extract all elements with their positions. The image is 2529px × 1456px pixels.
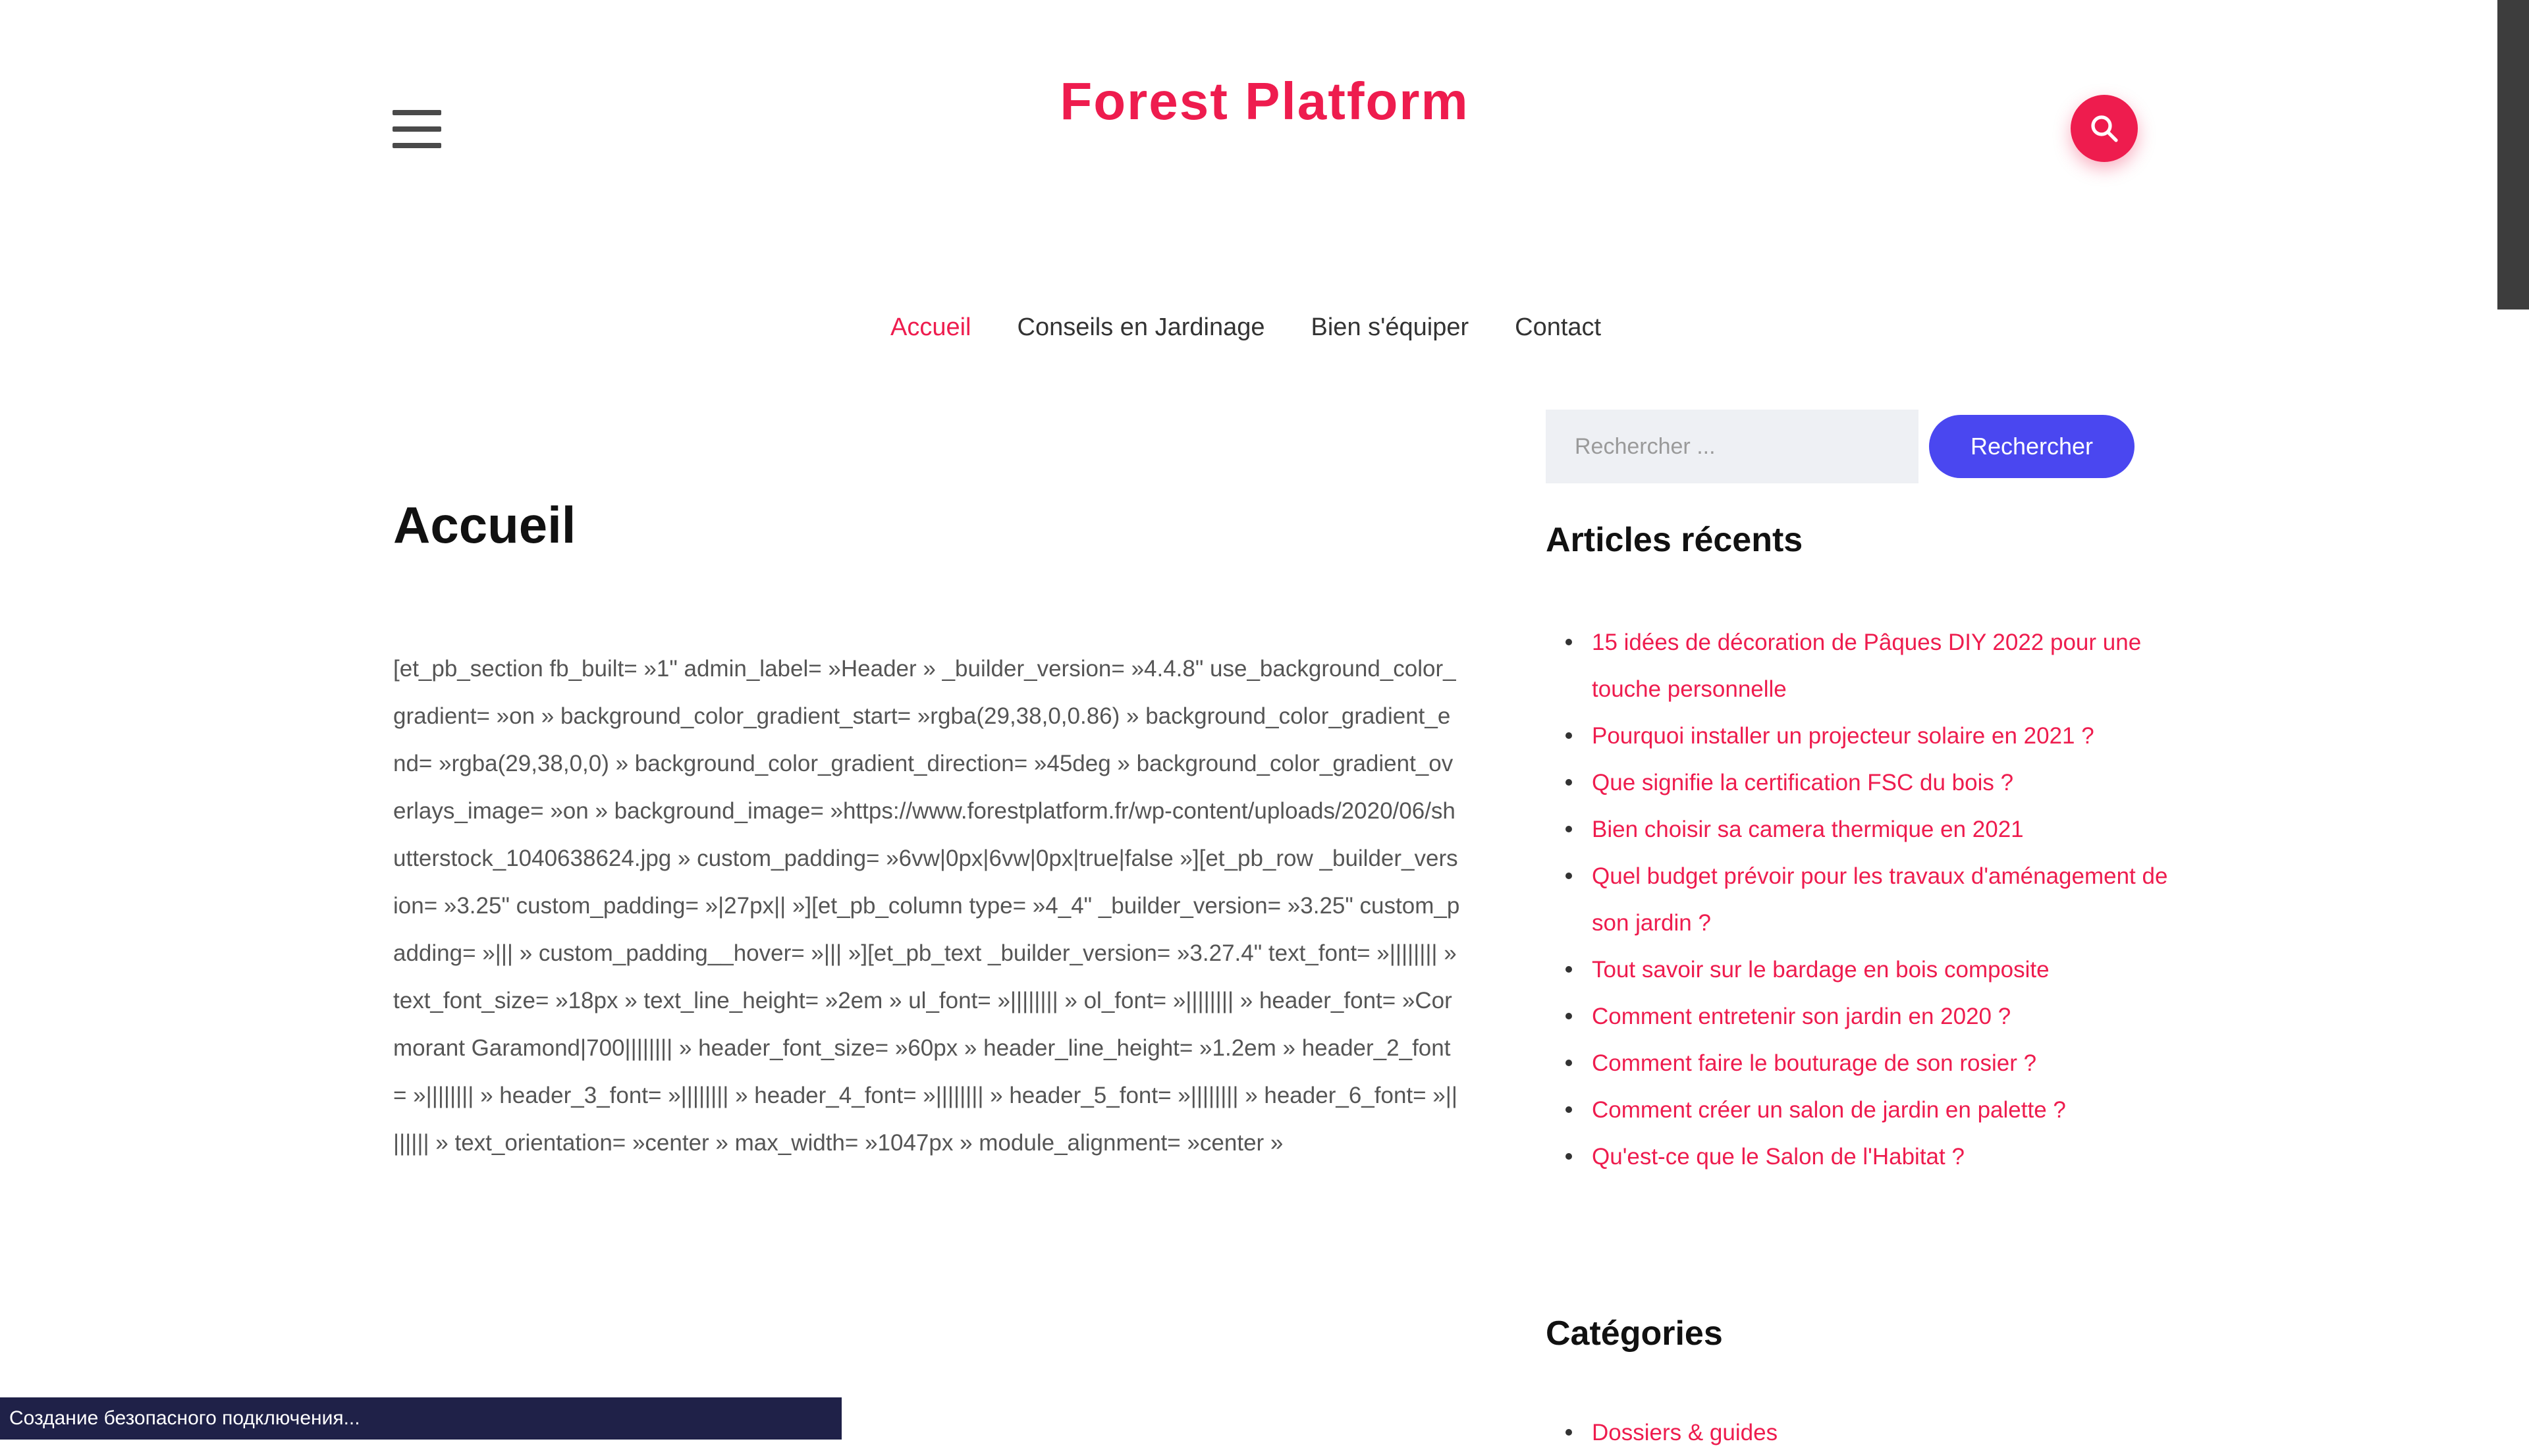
recent-post-link[interactable]: 15 idées de décoration de Pâques DIY 202… [1592,630,2141,702]
recent-post-link[interactable]: Comment entretenir son jardin en 2020 ? [1592,1004,2011,1029]
list-item: Quel budget prévoir pour les travaux d'a… [1565,853,2178,946]
search-icon [2091,115,2118,142]
recent-post-link[interactable]: Comment créer un salon de jardin en pale… [1592,1097,2066,1123]
nav-item-bien-sequiper[interactable]: Bien s'équiper [1311,313,1469,342]
categories-title: Catégories [1546,1314,1723,1353]
list-item: Comment entretenir son jardin en 2020 ? [1565,993,2178,1040]
main-navigation: Accueil Conseils en Jardinage Bien s'équ… [890,313,1601,342]
list-item: Tout savoir sur le bardage en bois compo… [1565,946,2178,993]
recent-post-link[interactable]: Quel budget prévoir pour les travaux d'a… [1592,863,2167,936]
list-item: Dossiers & guides [1565,1409,2178,1456]
list-item: Qu'est-ce que le Salon de l'Habitat ? [1565,1133,2178,1180]
recent-post-link[interactable]: Qu'est-ce que le Salon de l'Habitat ? [1592,1144,1965,1170]
page-content: [et_pb_section fb_built= »1" admin_label… [393,656,1460,1156]
sidebar-search-form: Rechercher [1546,410,2135,483]
hamburger-menu-icon[interactable] [393,110,441,148]
list-item: Comment faire le bouturage de son rosier… [1565,1040,2178,1087]
search-button[interactable]: Rechercher [1929,415,2135,478]
search-toggle-button[interactable] [2071,95,2138,162]
recent-post-link[interactable]: Pourquoi installer un projecteur solaire… [1592,723,2094,749]
hamburger-line [393,110,441,115]
list-item: Que signifie la certification FSC du boi… [1565,759,2178,806]
page-title: Accueil [393,496,576,554]
site-title[interactable]: Forest Platform [790,71,1739,132]
browser-status-bar: Создание безопасного подключения... [0,1397,842,1440]
nav-item-accueil[interactable]: Accueil [890,313,971,342]
recent-post-link[interactable]: Comment faire le bouturage de son rosier… [1592,1050,2036,1076]
recent-post-link[interactable]: Tout savoir sur le bardage en bois compo… [1592,957,2050,983]
categories-list: Dossiers & guides [1546,1409,2178,1456]
list-item: Bien choisir sa camera thermique en 2021 [1565,806,2178,853]
search-input[interactable] [1546,410,1918,483]
list-item: 15 idées de décoration de Pâques DIY 202… [1565,619,2178,713]
recent-posts-list: 15 idées de décoration de Pâques DIY 202… [1546,619,2178,1180]
nav-item-contact[interactable]: Contact [1515,313,1601,342]
scrollbar-thumb[interactable] [2497,0,2529,310]
recent-posts-title: Articles récents [1546,521,1803,559]
nav-item-conseils-jardinage[interactable]: Conseils en Jardinage [1018,313,1265,342]
recent-post-link[interactable]: Que signifie la certification FSC du boi… [1592,770,2013,795]
list-item: Pourquoi installer un projecteur solaire… [1565,713,2178,759]
category-link[interactable]: Dossiers & guides [1592,1420,1778,1445]
list-item: Comment créer un salon de jardin en pale… [1565,1087,2178,1133]
hamburger-line [393,143,441,148]
hamburger-line [393,126,441,132]
recent-post-link[interactable]: Bien choisir sa camera thermique en 2021 [1592,817,2024,842]
